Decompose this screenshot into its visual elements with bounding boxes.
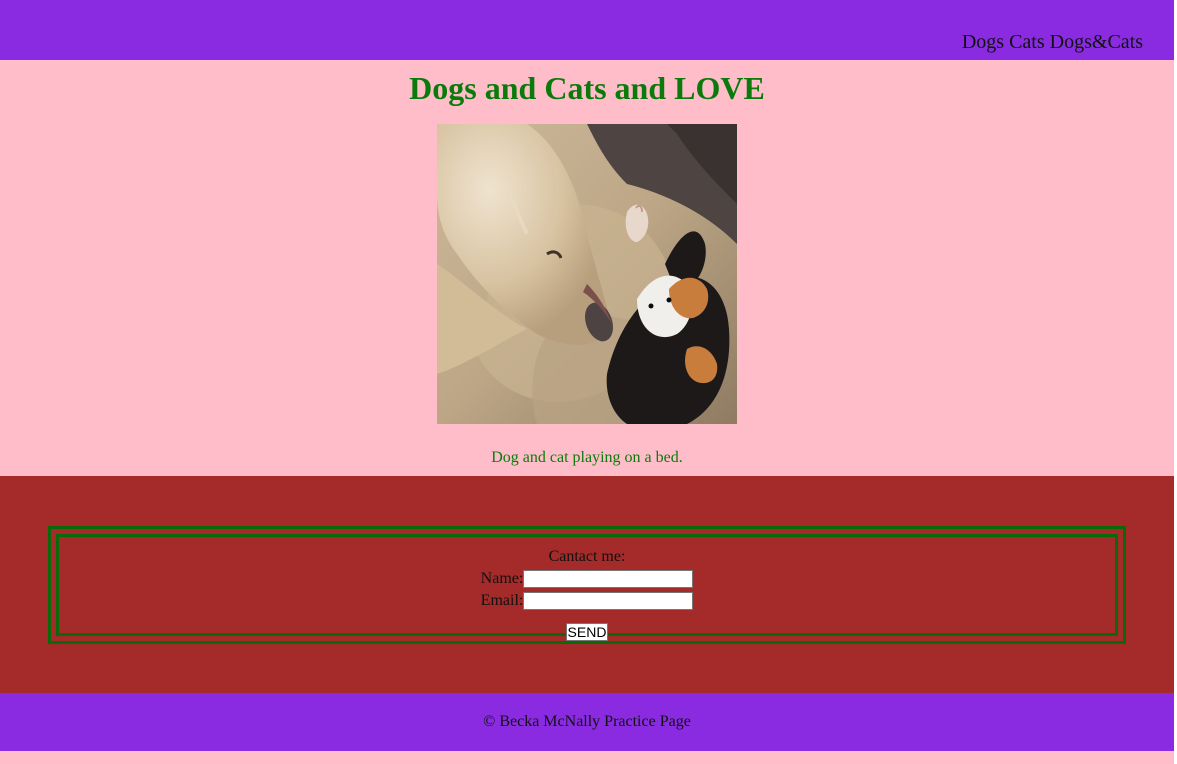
main-section: Dogs and Cats and LOVE Dog and cat playi…: [0, 60, 1174, 476]
page: Dogs Cats Dogs&Cats Dogs and Cats and LO…: [0, 0, 1177, 764]
nav-link-cats[interactable]: Cats: [1009, 31, 1045, 53]
name-row: Name:: [59, 569, 1115, 589]
photo-image: [437, 124, 737, 424]
photo-caption: Dog and cat playing on a bed.: [491, 449, 683, 466]
email-label: Email:: [480, 592, 524, 609]
contact-form: Cantact me: Name: Email: SEND: [56, 534, 1118, 641]
nav-link-dogs-cats[interactable]: Dogs&Cats: [1050, 31, 1143, 53]
footer: © Becka McNally Practice Page: [0, 693, 1174, 751]
send-row: SEND: [59, 623, 1115, 642]
name-field[interactable]: [523, 570, 694, 589]
contact-legend: Cantact me:: [548, 548, 626, 565]
contact-section: Cantact me: Name: Email: SEND: [0, 476, 1174, 693]
email-field[interactable]: [523, 592, 694, 611]
email-row: Email:: [59, 591, 1115, 611]
nav-link-dogs[interactable]: Dogs: [962, 31, 1004, 53]
top-nav: Dogs Cats Dogs&Cats: [962, 30, 1143, 54]
footer-copyright: © Becka McNally Practice Page: [483, 713, 691, 730]
header: Dogs Cats Dogs&Cats: [0, 0, 1174, 60]
send-button[interactable]: SEND: [565, 623, 609, 641]
name-label: Name:: [480, 570, 524, 587]
page-bottom: [0, 751, 1174, 764]
dog-cat-photo: [437, 124, 737, 424]
contact-form-border: Cantact me: Name: Email: SEND: [48, 526, 1126, 644]
page-title: Dogs and Cats and LOVE: [409, 70, 765, 106]
